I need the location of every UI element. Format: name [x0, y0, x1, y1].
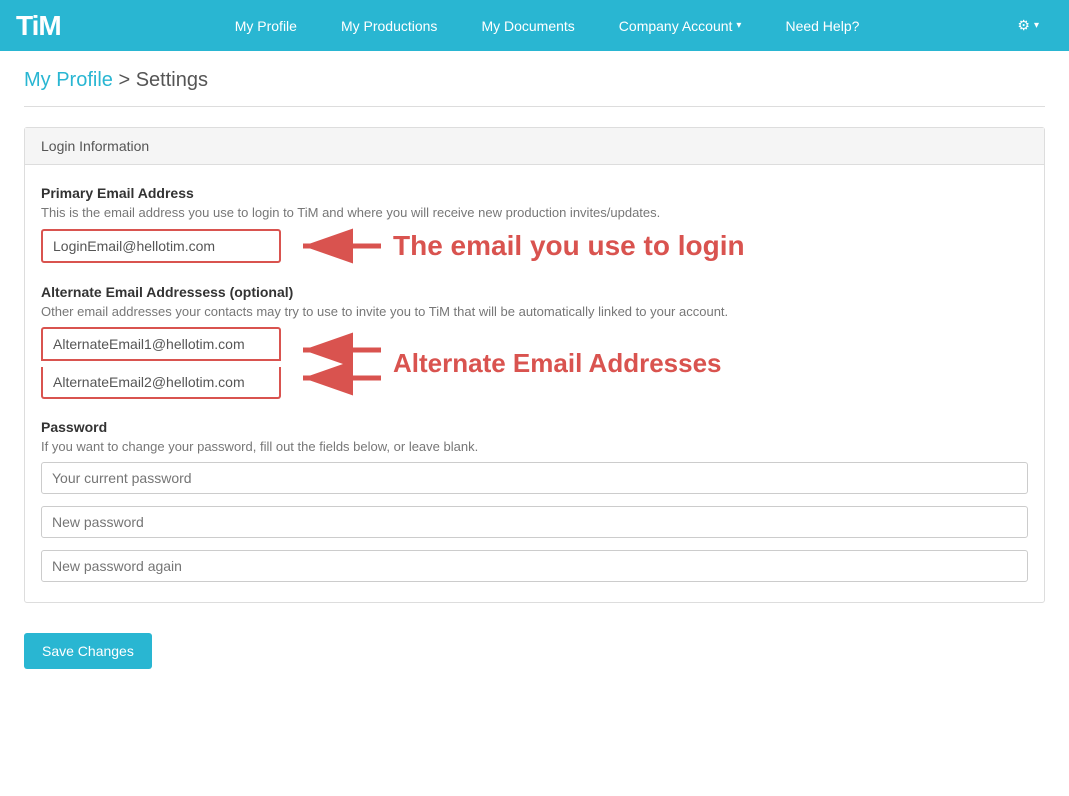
alternate-annotation-arrow-wrap: Alternate Email Addresses	[293, 328, 722, 398]
alternate-email-label: Alternate Email Addressess (optional)	[41, 284, 1028, 300]
gear-button[interactable]: ⚙ ▾	[1003, 0, 1053, 51]
nav-menu: My Profile My Productions My Documents C…	[91, 0, 1004, 51]
primary-email-row: The email you use to login	[41, 228, 1028, 264]
chevron-down-icon: ▾	[1034, 20, 1039, 31]
alternate-email-input-1[interactable]	[41, 327, 281, 361]
primary-email-input-wrap	[41, 229, 281, 263]
confirm-password-input[interactable]	[41, 550, 1028, 582]
primary-email-description: This is the email address you use to log…	[41, 205, 1028, 220]
current-password-input[interactable]	[41, 462, 1028, 494]
page-content: My Profile > Settings Login Information …	[0, 51, 1069, 709]
section-body: Primary Email Address This is the email …	[25, 165, 1044, 602]
nav-item-my-profile[interactable]: My Profile	[213, 0, 319, 51]
brand-logo[interactable]: TiM	[16, 10, 61, 42]
nav-item-company-account[interactable]: Company Account ▾	[597, 0, 764, 51]
primary-email-label: Primary Email Address	[41, 185, 1028, 201]
primary-email-annotation-text: The email you use to login	[393, 230, 745, 262]
breadcrumb: My Profile > Settings	[24, 69, 1045, 107]
primary-email-group: Primary Email Address This is the email …	[41, 185, 1028, 264]
password-group: Password If you want to change your pass…	[41, 419, 1028, 582]
alternate-email-group: Alternate Email Addressess (optional) Ot…	[41, 284, 1028, 399]
password-label: Password	[41, 419, 1028, 435]
primary-email-annotation: The email you use to login	[293, 228, 1028, 264]
navbar: TiM My Profile My Productions My Documen…	[0, 0, 1069, 51]
alternate-email-description: Other email addresses your contacts may …	[41, 304, 1028, 319]
nav-item-my-productions[interactable]: My Productions	[319, 0, 459, 51]
save-button[interactable]: Save Changes	[24, 633, 152, 669]
double-arrow-icon	[293, 328, 383, 398]
arrow-icon	[293, 228, 383, 264]
primary-email-input[interactable]	[41, 229, 281, 263]
breadcrumb-parent[interactable]: My Profile	[24, 69, 113, 91]
alternate-inputs-col	[41, 327, 281, 399]
alternate-email-input-2[interactable]	[41, 367, 281, 399]
nav-item-need-help[interactable]: Need Help?	[763, 0, 881, 51]
password-inputs	[41, 462, 1028, 582]
nav-item-my-documents[interactable]: My Documents	[459, 0, 596, 51]
chevron-down-icon: ▾	[736, 20, 741, 31]
alternate-email-row: Alternate Email Addresses	[41, 327, 1028, 399]
alternate-email-annotation-text: Alternate Email Addresses	[393, 348, 722, 379]
navbar-right: ⚙ ▾	[1003, 0, 1053, 51]
login-info-section: Login Information Primary Email Address …	[24, 127, 1045, 603]
password-description: If you want to change your password, fil…	[41, 439, 1028, 454]
section-header: Login Information	[25, 128, 1044, 165]
breadcrumb-current: Settings	[136, 69, 208, 91]
gear-icon: ⚙	[1017, 17, 1030, 34]
new-password-input[interactable]	[41, 506, 1028, 538]
